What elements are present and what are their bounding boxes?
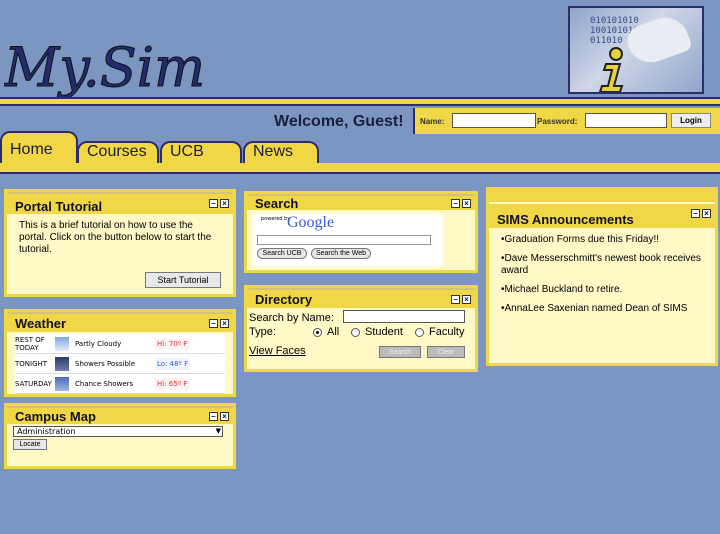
chevron-down-icon: ▼ xyxy=(215,427,221,435)
info-i-icon xyxy=(598,47,624,92)
announcement-item[interactable]: •Graduation Forms due this Friday!! xyxy=(501,234,707,246)
close-icon[interactable]: × xyxy=(220,412,229,421)
partly-cloudy-icon xyxy=(55,336,69,351)
weather-day: REST OF TODAY xyxy=(15,335,45,352)
panel-title: Directory xyxy=(255,292,313,307)
password-label: Password: xyxy=(537,117,578,126)
minimize-icon[interactable]: – xyxy=(451,199,460,208)
radio-all-label: All xyxy=(327,326,340,338)
showers-icon xyxy=(55,356,69,371)
weather-temp: Lo: 48º F xyxy=(155,357,191,370)
name-search-input[interactable] xyxy=(343,310,465,323)
close-icon[interactable]: × xyxy=(462,199,471,208)
panel-title: Portal Tutorial xyxy=(15,199,103,214)
radio-student[interactable] xyxy=(351,328,360,337)
radio-all[interactable] xyxy=(313,328,322,337)
info-banner-image: 010101010 1001010110 011010 xyxy=(568,6,704,94)
minimize-icon[interactable]: – xyxy=(451,295,460,304)
tab-ucb[interactable]: UCB xyxy=(160,141,242,165)
panel-title: Search xyxy=(255,196,299,211)
weather-row: SATURDAY Chance Showers Hi: 65º F xyxy=(15,374,225,394)
minimize-icon[interactable]: – xyxy=(209,199,218,208)
weather-condition: Partly Cloudy xyxy=(75,339,122,348)
announcements-panel: SIMS Announcements – × •Graduation Forms … xyxy=(486,187,718,366)
search-by-name-label: Search by Name: xyxy=(249,312,334,324)
radio-faculty[interactable] xyxy=(415,328,424,337)
weather-day: SATURDAY xyxy=(15,379,52,388)
google-logo: Google xyxy=(287,214,335,231)
weather-condition: Showers Possible xyxy=(75,359,136,368)
view-faces-link[interactable]: View Faces xyxy=(249,345,306,357)
building-select-value: Administration xyxy=(17,427,76,436)
locate-button[interactable]: Locate xyxy=(13,439,47,450)
weather-row: REST OF TODAY Partly Cloudy Hi: 70º F xyxy=(15,334,225,354)
weather-condition: Chance Showers xyxy=(75,379,134,388)
close-icon[interactable]: × xyxy=(462,295,471,304)
minimize-icon[interactable]: – xyxy=(209,412,218,421)
panel-title: SIMS Announcements xyxy=(497,212,634,227)
weather-row: TONIGHT Showers Possible Lo: 48º F xyxy=(15,354,225,374)
mysims-logo: My.Sims xyxy=(4,36,204,99)
close-icon[interactable]: × xyxy=(220,199,229,208)
search-web-button[interactable]: Search the Web xyxy=(311,248,371,259)
login-bar: Name: Password: Login xyxy=(413,108,720,134)
weather-day: TONIGHT xyxy=(15,359,48,368)
weather-temp: Hi: 65º F xyxy=(155,377,190,390)
password-input[interactable] xyxy=(585,113,667,128)
tab-courses[interactable]: Courses xyxy=(77,141,159,165)
close-icon[interactable]: × xyxy=(220,319,229,328)
campus-map-panel: Campus Map – × Administration ▼ Locate xyxy=(4,403,236,469)
tab-home[interactable]: Home xyxy=(0,131,78,163)
weather-panel: Weather – × REST OF TODAY Partly Cloudy H… xyxy=(4,309,236,397)
name-input[interactable] xyxy=(452,113,536,128)
panel-title: Campus Map xyxy=(15,409,96,424)
type-label: Type: xyxy=(249,326,276,338)
radio-faculty-label: Faculty xyxy=(429,326,465,338)
search-panel: Search – × powered by Google Search UCB S… xyxy=(244,191,478,273)
name-label: Name: xyxy=(420,117,445,126)
close-icon[interactable]: × xyxy=(702,209,711,218)
radio-student-label: Student xyxy=(365,326,403,338)
powered-by-text: powered by xyxy=(261,216,291,222)
announcement-item[interactable]: •Michael Buckland to retire. xyxy=(501,284,707,296)
panel-header-strip xyxy=(489,190,715,202)
directory-clear-button[interactable]: Clear xyxy=(427,346,465,358)
announcement-item[interactable]: •AnnaLee Saxenian named Dean of SIMS xyxy=(501,303,707,315)
tab-news[interactable]: News xyxy=(243,141,319,165)
minimize-icon[interactable]: – xyxy=(691,209,700,218)
tutorial-text: This is a brief tutorial on how to use t… xyxy=(19,220,212,255)
tab-bar xyxy=(0,163,720,174)
panel-title: Weather xyxy=(15,316,67,331)
portal-tutorial-panel: Portal Tutorial – × This is a brief tutor… xyxy=(4,189,236,297)
building-select[interactable]: Administration ▼ xyxy=(13,426,223,437)
minimize-icon[interactable]: – xyxy=(209,319,218,328)
search-input[interactable] xyxy=(257,235,431,245)
directory-search-button[interactable]: Search xyxy=(379,346,421,358)
directory-panel: Directory – × Search by Name: Type: All S… xyxy=(244,285,478,372)
start-tutorial-button[interactable]: Start Tutorial xyxy=(145,272,221,288)
logo-text: My.Sims xyxy=(4,36,204,98)
search-ucb-button[interactable]: Search UCB xyxy=(257,248,307,259)
announcement-item[interactable]: •Dave Messerschmitt's newest book receiv… xyxy=(501,253,707,277)
header-divider xyxy=(0,97,720,106)
weather-temp: Hi: 70º F xyxy=(155,337,190,350)
chance-showers-icon xyxy=(55,376,69,391)
login-button[interactable]: Login xyxy=(671,113,711,128)
welcome-text: Welcome, Guest! xyxy=(274,113,404,130)
